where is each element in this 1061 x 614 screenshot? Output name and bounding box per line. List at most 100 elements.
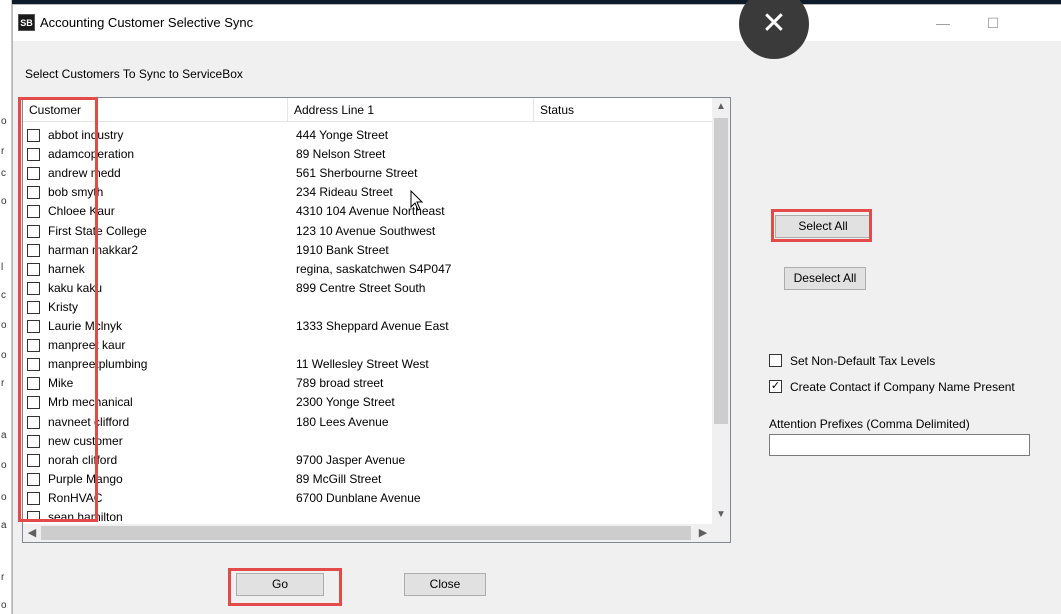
customer-address: 444 Yonge Street: [296, 128, 389, 142]
list-item[interactable]: manpreet kaur: [23, 336, 713, 355]
customer-name: new customer: [48, 433, 123, 448]
customer-name: abbot industry: [48, 128, 124, 142]
customer-name: andrew medd: [48, 166, 121, 181]
list-item[interactable]: Chloee Kaur 4310 104 Avenue Northeast: [23, 202, 713, 221]
servicebox-app-icon: SB: [18, 14, 35, 31]
create-contact-checkbox[interactable]: ✓: [769, 380, 782, 393]
customer-checkbox[interactable]: [27, 396, 40, 410]
customer-name: harnek: [48, 261, 85, 276]
customer-checkbox[interactable]: [27, 262, 40, 276]
vertical-scrollbar[interactable]: ▲ ▼: [712, 98, 730, 524]
customer-checkbox[interactable]: [27, 148, 40, 162]
vertical-scroll-thumb[interactable]: [714, 118, 728, 424]
column-header-status[interactable]: Status: [534, 98, 713, 122]
minimize-button[interactable]: —: [931, 11, 955, 35]
customer-checkbox[interactable]: [27, 320, 40, 333]
maximize-button[interactable]: ☐: [981, 11, 1005, 35]
list-item[interactable]: harman makkar2 1910 Bank Street: [23, 241, 713, 260]
close-button[interactable]: Close: [404, 573, 486, 596]
column-header-customer[interactable]: Customer: [23, 98, 288, 122]
customer-checkbox[interactable]: [27, 358, 40, 372]
customer-name: bob smyth: [48, 185, 104, 200]
customer-checkbox[interactable]: [27, 186, 40, 200]
list-item[interactable]: sean hamilton: [23, 508, 713, 521]
list-item[interactable]: Kristy: [23, 298, 713, 317]
sync-dialog: SB Accounting Customer Selective Sync — …: [12, 0, 1061, 614]
customer-address: 234 Rideau Street: [296, 185, 393, 200]
list-rows: abbot industry 444 Yonge Street adamcopera…: [23, 126, 713, 521]
customer-name: manpreet kaur: [48, 338, 126, 353]
scroll-up-icon[interactable]: ▲: [712, 98, 730, 116]
scroll-down-icon[interactable]: ▼: [712, 506, 730, 524]
scroll-right-icon[interactable]: ▶: [694, 524, 712, 542]
customer-name: manpreetplumbing: [48, 357, 148, 372]
list-item[interactable]: navneet clifford 180 Lees Avenue: [23, 413, 713, 432]
customer-name: RonHVAC: [48, 490, 103, 505]
customer-address: 2300 Yonge Street: [296, 395, 395, 410]
customer-checkbox[interactable]: [27, 205, 40, 219]
customer-checkbox[interactable]: [27, 434, 40, 448]
list-item[interactable]: Mike 789 broad street: [23, 374, 713, 393]
deselect-all-button[interactable]: Deselect All: [784, 267, 866, 290]
customer-address: 89 McGill Street: [296, 471, 382, 486]
horizontal-scrollbar[interactable]: ◀ ▶: [23, 524, 730, 542]
background-window-edge: orcolcooraooaro: [0, 0, 12, 614]
customer-name: adamcoperation: [48, 147, 135, 162]
title-bar: SB Accounting Customer Selective Sync — …: [13, 5, 1061, 41]
attention-prefixes-label: Attention Prefixes (Comma Delimited): [769, 417, 970, 431]
customer-name: Mrb mechanical: [48, 395, 133, 410]
customer-checkbox[interactable]: [27, 491, 40, 505]
customer-address: 1333 Sheppard Avenue East: [296, 319, 449, 333]
customer-address: regina, saskatchwen S4P047: [296, 261, 452, 276]
customer-checkbox[interactable]: [27, 129, 40, 142]
close-overlay-icon[interactable]: ✕: [739, 0, 809, 59]
list-item[interactable]: RonHVAC 6700 Dunblane Avenue: [23, 489, 713, 508]
list-item[interactable]: kaku kaku 899 Centre Street South: [23, 279, 713, 298]
list-item[interactable]: andrew medd 561 Sherbourne Street: [23, 164, 713, 183]
list-item[interactable]: manpreetplumbing 11 Wellesley Street West: [23, 355, 713, 374]
customer-checkbox[interactable]: [27, 511, 40, 521]
list-item[interactable]: abbot industry 444 Yonge Street: [23, 126, 713, 145]
customer-checkbox[interactable]: [27, 415, 40, 429]
list-item[interactable]: First State College 123 10 Avenue Southwe…: [23, 222, 713, 241]
select-all-button[interactable]: Select All: [775, 215, 871, 238]
column-header-address[interactable]: Address Line 1: [288, 98, 534, 122]
customer-name: Purple Mango: [48, 471, 123, 486]
list-item[interactable]: norah clifford 9700 Jasper Avenue: [23, 451, 713, 470]
list-item[interactable]: Purple Mango 89 McGill Street: [23, 470, 713, 489]
customer-checkbox[interactable]: [27, 339, 40, 353]
customer-checkbox[interactable]: [27, 281, 40, 295]
customer-name: navneet clifford: [48, 414, 130, 429]
customer-checkbox[interactable]: [27, 453, 40, 467]
list-item[interactable]: new customer: [23, 432, 713, 451]
attention-prefixes-input[interactable]: [769, 434, 1030, 456]
list-item[interactable]: harnek regina, saskatchwen S4P047: [23, 260, 713, 279]
scroll-left-icon[interactable]: ◀: [23, 524, 41, 542]
list-item[interactable]: adamcoperation 89 Nelson Street: [23, 145, 713, 164]
customer-checkbox[interactable]: [27, 243, 40, 257]
customer-address: 1910 Bank Street: [296, 242, 389, 257]
customer-checkbox[interactable]: [27, 472, 40, 486]
customer-address: 6700 Dunblane Avenue: [296, 490, 421, 505]
customer-checkbox[interactable]: [27, 167, 40, 181]
non-default-tax-label: Set Non-Default Tax Levels: [790, 354, 936, 368]
customer-name: Kristy: [48, 299, 78, 314]
non-default-tax-checkbox[interactable]: [769, 354, 782, 367]
customer-checkbox[interactable]: [27, 224, 40, 238]
customer-address: 123 10 Avenue Southwest: [296, 223, 436, 238]
create-contact-label: Create Contact if Company Name Present: [790, 380, 1015, 394]
customer-name: sean hamilton: [48, 510, 123, 521]
customer-name: First State College: [48, 223, 147, 238]
customer-checkbox[interactable]: [27, 300, 40, 314]
customer-name: Mike: [48, 376, 74, 391]
list-header: Customer Address Line 1 Status: [23, 98, 713, 122]
horizontal-scroll-thumb[interactable]: [41, 526, 691, 540]
window-title: Accounting Customer Selective Sync: [40, 15, 254, 30]
customer-name: kaku kaku: [48, 280, 103, 295]
list-item[interactable]: Laurie Mclnyk 1333 Sheppard Avenue East: [23, 317, 713, 336]
go-button[interactable]: Go: [236, 573, 324, 596]
list-item[interactable]: Mrb mechanical 2300 Yonge Street: [23, 393, 713, 412]
customer-checkbox[interactable]: [27, 377, 40, 391]
customer-list[interactable]: Customer Address Line 1 Status abbot ind…: [22, 97, 731, 543]
list-item[interactable]: bob smyth 234 Rideau Street: [23, 183, 713, 202]
